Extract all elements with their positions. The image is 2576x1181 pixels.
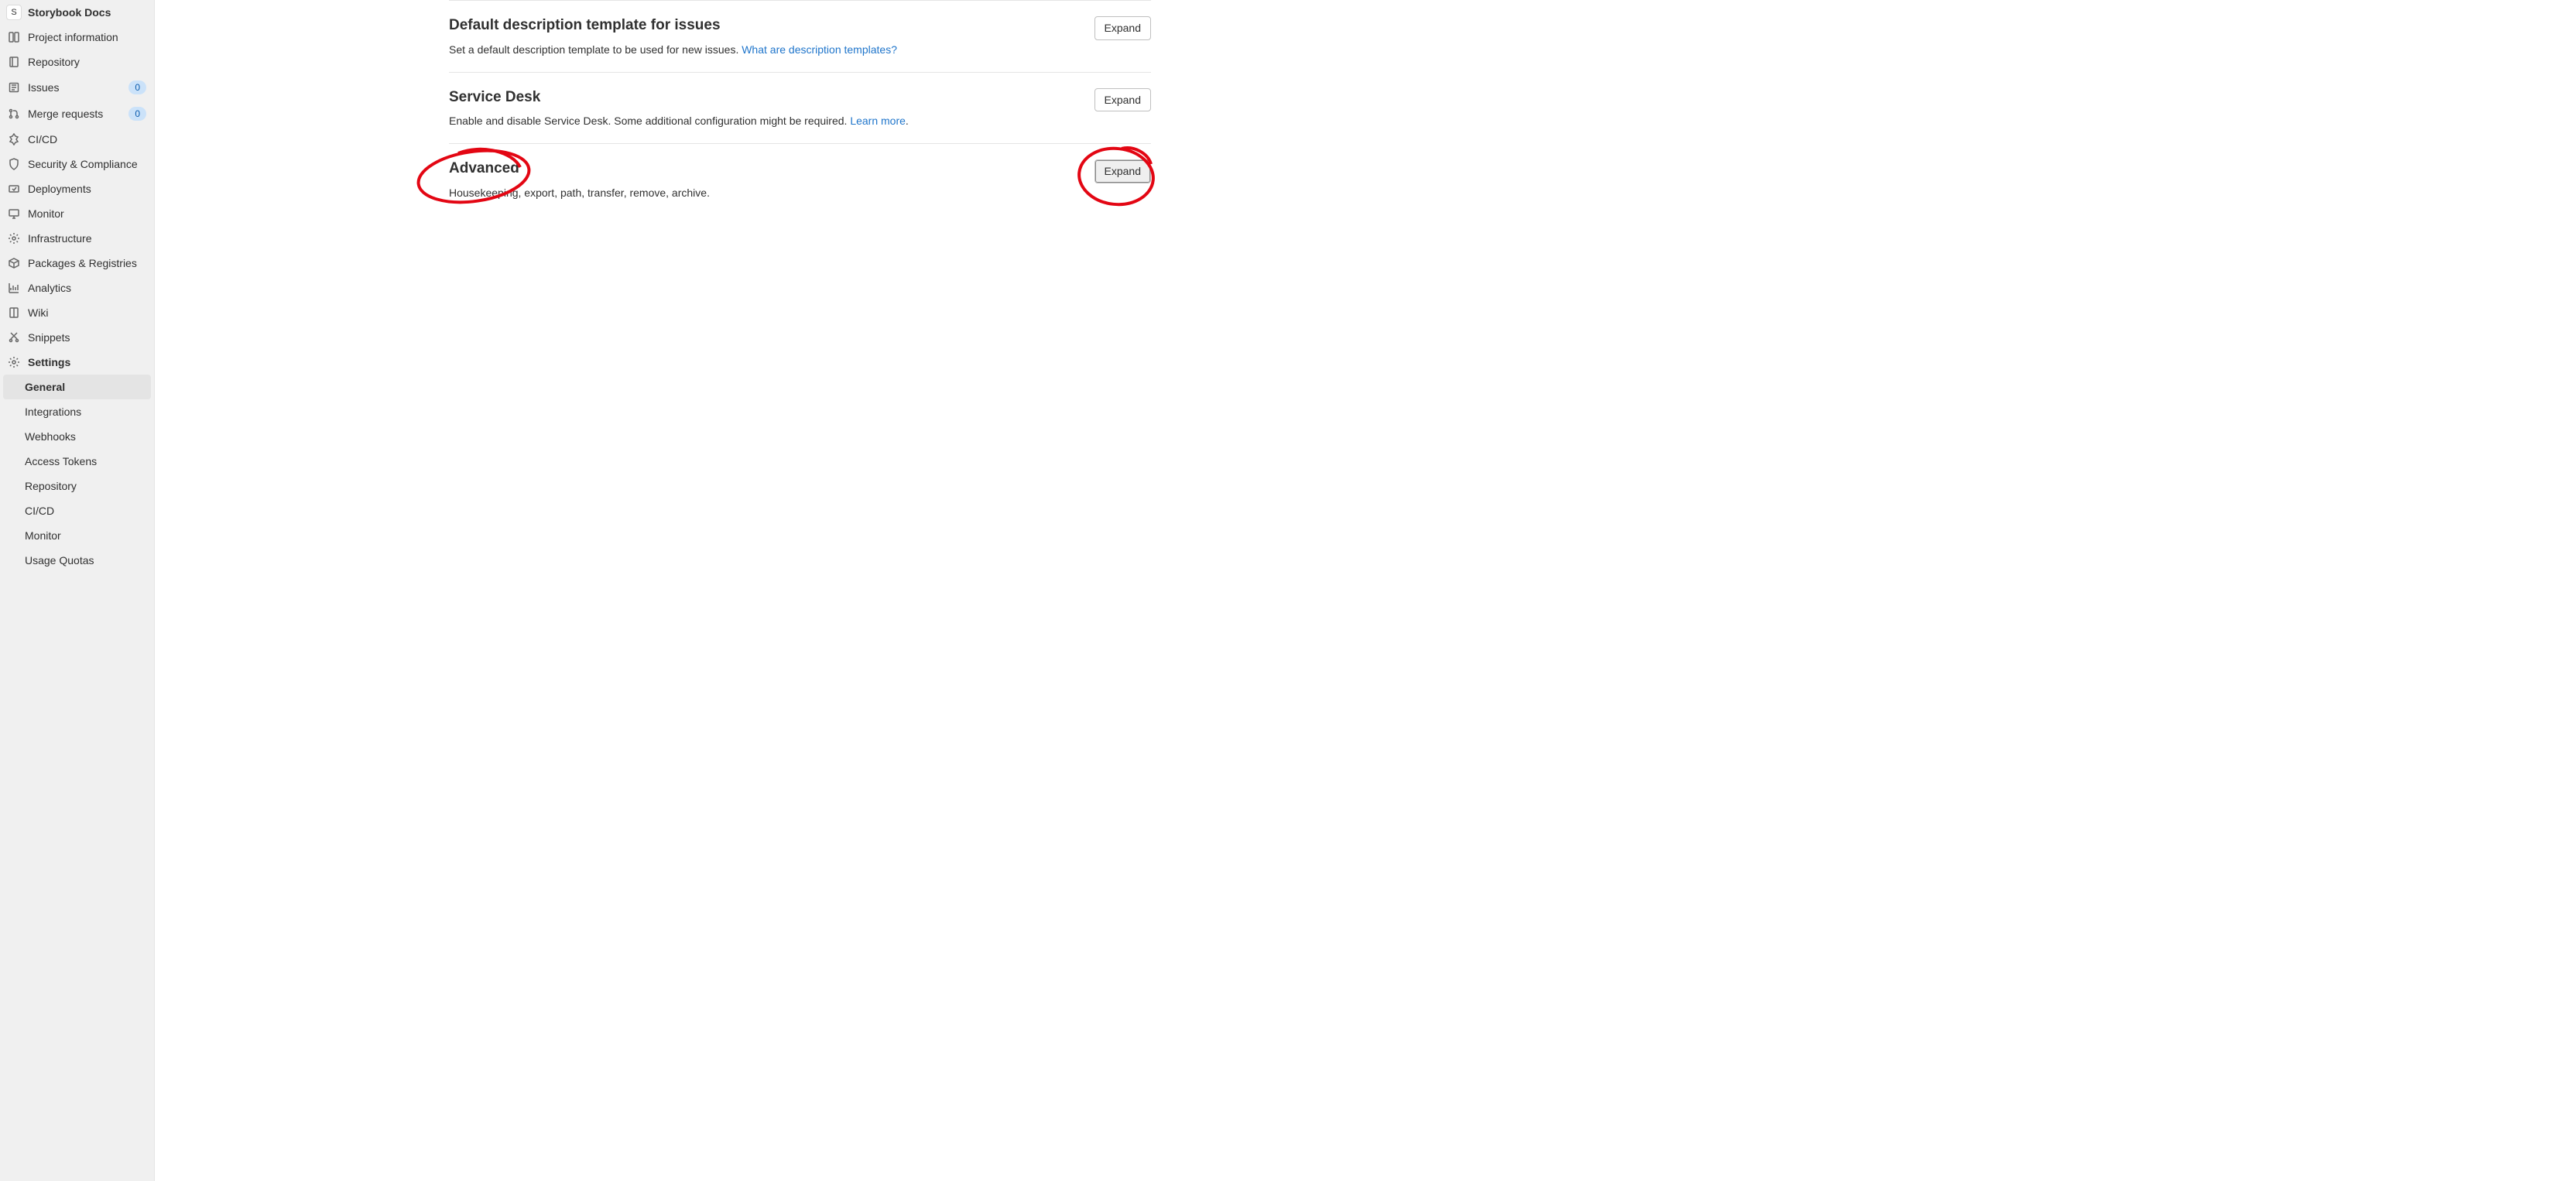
sub-item-general[interactable]: General [3, 375, 151, 399]
sidebar-item-cicd[interactable]: CI/CD [0, 127, 154, 152]
sub-item-cicd[interactable]: CI/CD [0, 498, 154, 523]
expand-button[interactable]: Expand [1094, 88, 1151, 112]
sidebar-item-label: Security & Compliance [28, 158, 146, 170]
issues-icon [8, 81, 20, 94]
sidebar-item-label: Analytics [28, 282, 146, 294]
repository-icon [8, 56, 20, 68]
sidebar-item-label: Project information [28, 31, 146, 43]
main-content: Default description template for issues … [155, 0, 2576, 1181]
expand-button[interactable]: Expand [1094, 16, 1151, 40]
snippets-icon [8, 331, 20, 344]
sidebar: S Storybook Docs Project information Rep… [0, 0, 155, 1181]
packages-icon [8, 257, 20, 269]
section-desc-text: Housekeeping, export, path, transfer, re… [449, 187, 710, 199]
sidebar-item-label: Wiki [28, 306, 146, 319]
cicd-icon [8, 133, 20, 145]
sidebar-item-merge-requests[interactable]: Merge requests 0 [0, 101, 154, 127]
section-desc-suffix: . [906, 115, 909, 127]
project-avatar: S [6, 5, 22, 20]
monitor-icon [8, 207, 20, 220]
expand-button[interactable]: Expand [1094, 159, 1151, 183]
sidebar-item-repository[interactable]: Repository [0, 50, 154, 74]
section-service-desk: Service Desk Enable and disable Service … [449, 73, 1151, 145]
settings-icon [8, 356, 20, 368]
sub-item-monitor[interactable]: Monitor [0, 523, 154, 548]
section-advanced: Advanced Housekeeping, export, path, tra… [449, 144, 1151, 215]
sidebar-item-issues[interactable]: Issues 0 [0, 74, 154, 101]
sidebar-item-label: Monitor [28, 207, 146, 220]
section-description: Enable and disable Service Desk. Some ad… [449, 113, 909, 129]
merge-requests-icon [8, 108, 20, 120]
project-info-icon [8, 31, 20, 43]
sidebar-item-label: Packages & Registries [28, 257, 146, 269]
sidebar-item-project-information[interactable]: Project information [0, 25, 154, 50]
sub-item-usage-quotas[interactable]: Usage Quotas [0, 548, 154, 573]
section-description: Set a default description template to be… [449, 42, 897, 58]
analytics-icon [8, 282, 20, 294]
section-issue-template: Default description template for issues … [449, 0, 1151, 73]
sidebar-item-settings[interactable]: Settings [0, 350, 154, 375]
sidebar-item-deployments[interactable]: Deployments [0, 176, 154, 201]
description-templates-link[interactable]: What are description templates? [742, 43, 897, 56]
settings-subnav: General Integrations Webhooks Access Tok… [0, 375, 154, 573]
section-description: Housekeeping, export, path, transfer, re… [449, 185, 710, 201]
sidebar-item-packages[interactable]: Packages & Registries [0, 251, 154, 276]
sub-item-repository[interactable]: Repository [0, 474, 154, 498]
sidebar-item-wiki[interactable]: Wiki [0, 300, 154, 325]
section-title: Service Desk [449, 88, 909, 108]
sub-item-webhooks[interactable]: Webhooks [0, 424, 154, 449]
project-title: Storybook Docs [28, 6, 111, 19]
sub-item-integrations[interactable]: Integrations [0, 399, 154, 424]
sidebar-item-security[interactable]: Security & Compliance [0, 152, 154, 176]
sidebar-item-label: CI/CD [28, 133, 146, 145]
sidebar-item-label: Infrastructure [28, 232, 146, 245]
deployments-icon [8, 183, 20, 195]
section-desc-text: Enable and disable Service Desk. Some ad… [449, 115, 850, 127]
section-title: Advanced [449, 159, 710, 179]
project-header[interactable]: S Storybook Docs [0, 0, 154, 25]
merge-requests-badge: 0 [128, 107, 146, 121]
sidebar-item-label: Merge requests [28, 108, 121, 120]
shield-icon [8, 158, 20, 170]
infrastructure-icon [8, 232, 20, 245]
sidebar-item-label: Repository [28, 56, 146, 68]
sidebar-item-label: Deployments [28, 183, 146, 195]
sidebar-item-monitor[interactable]: Monitor [0, 201, 154, 226]
section-title: Default description template for issues [449, 16, 897, 36]
wiki-icon [8, 306, 20, 319]
learn-more-link[interactable]: Learn more [850, 115, 906, 127]
sidebar-item-analytics[interactable]: Analytics [0, 276, 154, 300]
section-desc-text: Set a default description template to be… [449, 43, 742, 56]
issues-badge: 0 [128, 80, 146, 94]
sidebar-item-label: Settings [28, 356, 146, 368]
sub-item-access-tokens[interactable]: Access Tokens [0, 449, 154, 474]
sidebar-item-label: Snippets [28, 331, 146, 344]
sidebar-item-snippets[interactable]: Snippets [0, 325, 154, 350]
sidebar-item-infrastructure[interactable]: Infrastructure [0, 226, 154, 251]
sidebar-item-label: Issues [28, 81, 121, 94]
